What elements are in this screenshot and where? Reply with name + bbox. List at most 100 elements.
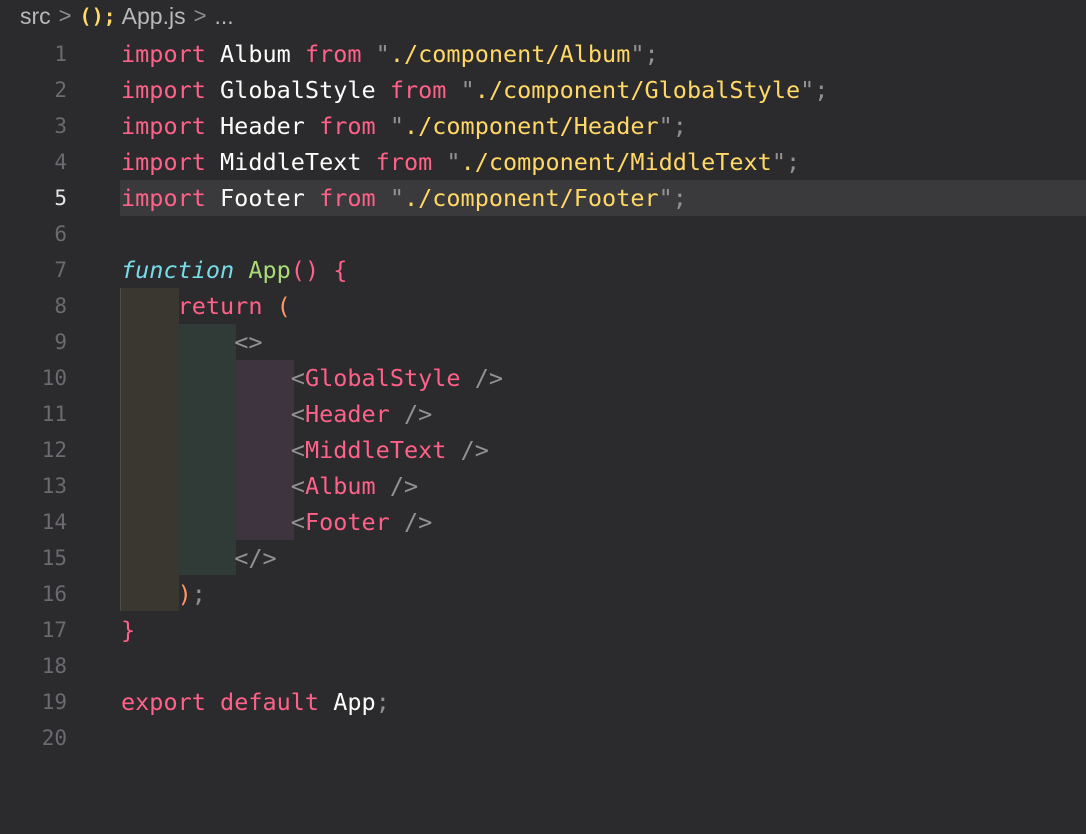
code-text[interactable]: import GlobalStyle from "./component/Glo…	[121, 72, 828, 108]
line-number: 7	[54, 258, 67, 282]
code-token: <>	[234, 328, 263, 356]
code-line[interactable]: 16 );	[0, 576, 1086, 612]
code-text[interactable]: import Album from "./component/Album";	[121, 36, 659, 72]
code-token: ./component/MiddleText	[460, 148, 772, 176]
code-text[interactable]: <Album />	[121, 468, 418, 504]
code-token: ;	[375, 688, 390, 716]
code-token: "	[375, 184, 404, 212]
line-number: 13	[41, 474, 67, 498]
code-token: "	[446, 76, 475, 104]
code-token: Album	[205, 40, 305, 68]
line-number: 4	[54, 150, 67, 174]
code-line[interactable]: 7 function App() {	[0, 252, 1086, 288]
code-text[interactable]: );	[121, 576, 206, 612]
code-line[interactable]: 11 <Header />	[0, 396, 1086, 432]
breadcrumb-file[interactable]: App.js	[122, 3, 186, 30]
code-text[interactable]: <GlobalStyle />	[121, 360, 503, 396]
code-token: export	[121, 688, 206, 716]
code-line[interactable]: 4 import MiddleText from "./component/Mid…	[0, 144, 1086, 180]
code-token: />	[389, 508, 433, 536]
code-line[interactable]: 17}	[0, 612, 1086, 648]
breadcrumb-symbols[interactable]: ...	[214, 3, 233, 30]
code-line[interactable]: 13 <Album />	[0, 468, 1086, 504]
code-token: )	[177, 580, 192, 608]
code-area[interactable]: 1 import Album from "./component/Album"; 2…	[0, 36, 1086, 756]
code-line[interactable]: 8 return (	[0, 288, 1086, 324]
code-text[interactable]: import MiddleText from "./component/Midd…	[121, 144, 800, 180]
chevron-right-icon: >	[193, 3, 207, 28]
code-token: <	[290, 364, 305, 392]
code-text[interactable]: <Footer />	[121, 504, 433, 540]
code-token: ";	[658, 184, 687, 212]
code-text[interactable]: }	[121, 612, 135, 648]
code-token: "	[432, 148, 461, 176]
code-line[interactable]: 12 <MiddleText />	[0, 432, 1086, 468]
code-line[interactable]: 6	[0, 216, 1086, 252]
code-text[interactable]: function App() {	[121, 252, 347, 288]
code-token: GlobalStyle	[205, 76, 390, 104]
code-token: Footer	[205, 184, 320, 212]
code-token: function	[121, 256, 235, 284]
code-token: <	[290, 508, 305, 536]
code-token: ";	[658, 112, 687, 140]
code-token: from	[375, 148, 433, 176]
code-token: "	[375, 112, 404, 140]
code-token: />	[446, 436, 489, 464]
code-line[interactable]: 3 import Header from "./component/Header"…	[0, 108, 1086, 144]
code-line[interactable]: 10 <GlobalStyle />	[0, 360, 1086, 396]
line-number: 17	[41, 618, 67, 642]
line-number: 16	[41, 582, 67, 606]
code-token: Header	[304, 400, 390, 428]
code-token: from	[319, 184, 376, 212]
line-number: 3	[54, 114, 67, 138]
code-text[interactable]: import Header from "./component/Header";	[121, 108, 687, 144]
code-text[interactable]: export default App;	[121, 684, 390, 720]
code-text[interactable]: <MiddleText />	[121, 432, 489, 468]
code-editor[interactable]: src > (); App.js > ... 1 import Album fro…	[0, 0, 1086, 834]
code-text[interactable]: </>	[121, 540, 277, 576]
code-line[interactable]: 14 <Footer />	[0, 504, 1086, 540]
code-line[interactable]: 5 import Footer from "./component/Footer"…	[0, 180, 1086, 216]
line-number: 2	[54, 78, 67, 102]
code-token: />	[460, 364, 504, 392]
line-number: 11	[41, 402, 67, 426]
line-number: 9	[54, 330, 67, 354]
code-line[interactable]: 15 </>	[0, 540, 1086, 576]
code-text[interactable]: <>	[121, 324, 262, 360]
line-number: 14	[41, 510, 67, 534]
code-line[interactable]: 2 import GlobalStyle from "./component/Gl…	[0, 72, 1086, 108]
code-token: MiddleText	[205, 148, 376, 176]
code-token: import	[121, 40, 206, 68]
line-number: 18	[41, 654, 67, 678]
code-line[interactable]: 19 export default App;	[0, 684, 1086, 720]
code-text[interactable]: import Footer from "./component/Footer";	[121, 180, 687, 216]
code-line[interactable]: 20	[0, 720, 1086, 756]
code-token: }	[121, 616, 136, 644]
code-token: App	[248, 256, 291, 284]
code-line[interactable]: 9 <>	[0, 324, 1086, 360]
code-line[interactable]: 18	[0, 648, 1086, 684]
code-token: GlobalStyle	[304, 364, 461, 392]
code-token: import	[121, 148, 206, 176]
code-token: import	[121, 112, 206, 140]
code-text[interactable]: <Header />	[121, 396, 433, 432]
code-token: ";	[800, 76, 829, 104]
line-number: 10	[41, 366, 67, 390]
line-number: 12	[41, 438, 67, 462]
code-line[interactable]: 1 import Album from "./component/Album";	[0, 36, 1086, 72]
line-number: 1	[54, 42, 67, 66]
breadcrumb-folder-src[interactable]: src	[20, 3, 51, 30]
code-token: </>	[234, 544, 277, 572]
line-number: 19	[41, 690, 67, 714]
code-token: from	[319, 112, 376, 140]
code-token: ";	[630, 40, 659, 68]
code-token: "	[361, 40, 390, 68]
code-text[interactable]: return (	[121, 288, 291, 324]
code-token: import	[121, 76, 206, 104]
